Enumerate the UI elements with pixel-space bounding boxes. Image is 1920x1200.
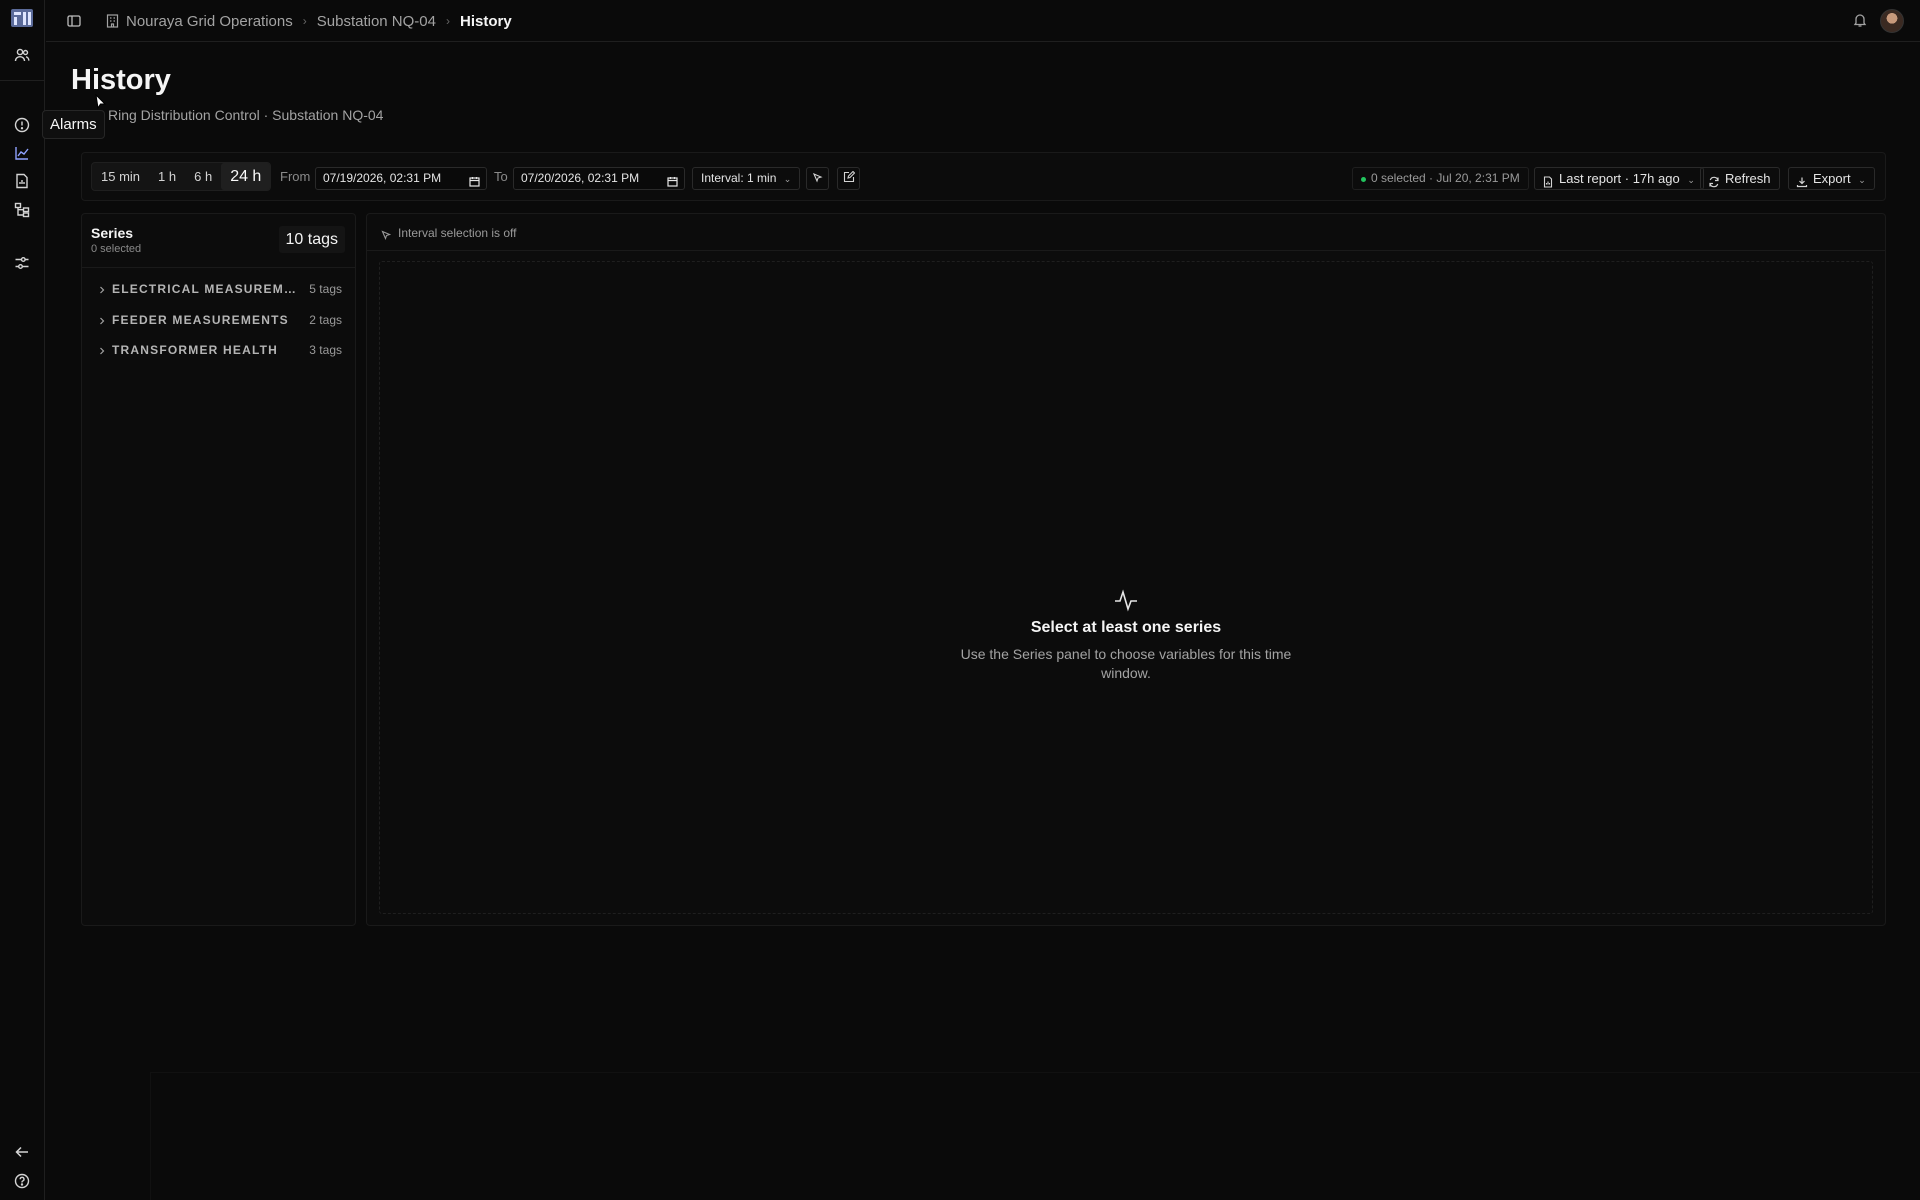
range-15min-button[interactable]: 15 min xyxy=(92,163,149,190)
export-dropdown[interactable]: Export ⌄ xyxy=(1788,167,1875,190)
history-toolbar: 15 min 1 h 6 h 24 h From 07/19/2026, 02:… xyxy=(81,152,1886,201)
top-bar: Nouraya Grid Operations › Substation NQ-… xyxy=(46,0,1920,42)
page-title: History xyxy=(71,64,171,96)
empty-state-title: Select at least one series xyxy=(1030,619,1222,636)
chart-line-icon[interactable] xyxy=(12,143,32,163)
from-label: From xyxy=(280,169,311,184)
activity-icon xyxy=(1113,587,1139,613)
refresh-icon xyxy=(1708,173,1720,188)
series-group-electrical[interactable]: ELECTRICAL MEASUREMENTS 5 tags xyxy=(82,278,355,300)
alert-circle-icon[interactable] xyxy=(12,115,32,135)
to-datetime-input[interactable]: 07/20/2026, 02:31 PM xyxy=(513,167,685,190)
interval-dropdown[interactable]: Interval: 1 min ⌄ xyxy=(692,167,801,190)
sliders-icon[interactable] xyxy=(12,253,32,273)
chart-panel: Interval selection is off Select at leas… xyxy=(366,213,1886,926)
group-tag-count: 5 tags xyxy=(309,282,342,296)
calendar-icon[interactable] xyxy=(667,173,678,187)
empty-state-description: Use the Series panel to choose variables… xyxy=(960,646,1292,681)
range-24h-button[interactable]: 24 h xyxy=(221,163,271,190)
group-name: FEEDER MEASUREMENTS xyxy=(112,313,289,327)
cursor-select-icon xyxy=(812,170,823,188)
chevron-right-icon xyxy=(97,282,107,294)
series-group-transformer[interactable]: TRANSFORMER HEALTH 3 tags xyxy=(82,339,355,361)
chevron-right-icon xyxy=(97,313,107,325)
plot-area[interactable]: Select at least one series Use the Serie… xyxy=(379,261,1873,914)
chevron-down-icon: ⌄ xyxy=(1858,175,1866,185)
help-icon[interactable] xyxy=(12,1171,32,1191)
chart-header: Interval selection is off xyxy=(367,214,1885,251)
series-group-feeder[interactable]: FEEDER MEASUREMENTS 2 tags xyxy=(82,309,355,331)
chevron-right-icon xyxy=(97,343,107,355)
background-region xyxy=(150,1072,1920,1200)
time-range-selector: 15 min 1 h 6 h 24 h xyxy=(91,162,272,191)
users-icon[interactable] xyxy=(12,45,32,65)
empty-state: Select at least one series Use the Serie… xyxy=(380,587,1872,683)
series-selected-count: 0 selected xyxy=(91,243,142,255)
calendar-icon[interactable] xyxy=(469,173,480,187)
report-icon xyxy=(1542,173,1554,188)
chevron-right-icon: › xyxy=(445,14,450,28)
building-icon xyxy=(106,14,119,28)
series-tag-count: 10 tags xyxy=(278,226,345,253)
interval-select-button[interactable] xyxy=(806,167,829,190)
hierarchy-icon[interactable] xyxy=(12,200,32,220)
series-panel: Series 0 selected 10 tags ELECTRICAL MEA… xyxy=(81,213,356,926)
refresh-button[interactable]: Refresh xyxy=(1700,167,1780,190)
nav-rail xyxy=(0,0,45,1200)
from-datetime-input[interactable]: 07/19/2026, 02:31 PM xyxy=(315,167,487,190)
range-6h-button[interactable]: 6 h xyxy=(185,163,221,190)
breadcrumb-site[interactable]: Substation NQ-04 xyxy=(317,13,436,30)
cursor-select-icon xyxy=(381,227,392,241)
edit-button[interactable] xyxy=(837,167,860,190)
arrow-left-icon[interactable] xyxy=(12,1142,32,1162)
last-report-dropdown[interactable]: Last report · 17h ago ⌄ xyxy=(1534,167,1704,190)
download-icon xyxy=(1796,173,1808,188)
breadcrumb: Nouraya Grid Operations › Substation NQ-… xyxy=(106,0,512,42)
sidebar-toggle-icon[interactable] xyxy=(66,13,82,29)
alarms-tooltip: Alarms xyxy=(42,110,105,139)
group-tag-count: 2 tags xyxy=(309,313,342,327)
series-header: Series 0 selected 10 tags xyxy=(82,214,355,268)
logo-icon[interactable] xyxy=(11,9,33,27)
breadcrumb-org[interactable]: Nouraya Grid Operations xyxy=(106,13,293,30)
edit-icon xyxy=(843,170,855,188)
group-tag-count: 3 tags xyxy=(309,343,342,357)
bell-icon[interactable] xyxy=(1852,12,1868,28)
group-name: ELECTRICAL MEASUREMENTS xyxy=(112,282,302,296)
avatar[interactable] xyxy=(1880,9,1904,33)
chevron-down-icon: ⌄ xyxy=(1687,175,1695,185)
breadcrumb-current: History xyxy=(459,12,512,30)
group-name: TRANSFORMER HEALTH xyxy=(112,343,279,357)
page-subtitle: Ring Distribution Control · Substation N… xyxy=(108,107,384,123)
range-1h-button[interactable]: 1 h xyxy=(149,163,185,190)
interval-selection-status: Interval selection is off xyxy=(398,226,517,240)
chevron-right-icon: › xyxy=(302,14,307,28)
selection-status: 0 selected · Jul 20, 2:31 PM xyxy=(1352,167,1529,190)
series-title: Series xyxy=(91,225,134,241)
chevron-down-icon: ⌄ xyxy=(783,174,792,184)
mouse-cursor-icon xyxy=(95,93,107,110)
to-label: To xyxy=(494,169,508,184)
status-dot xyxy=(1361,177,1366,182)
report-icon[interactable] xyxy=(12,171,32,191)
